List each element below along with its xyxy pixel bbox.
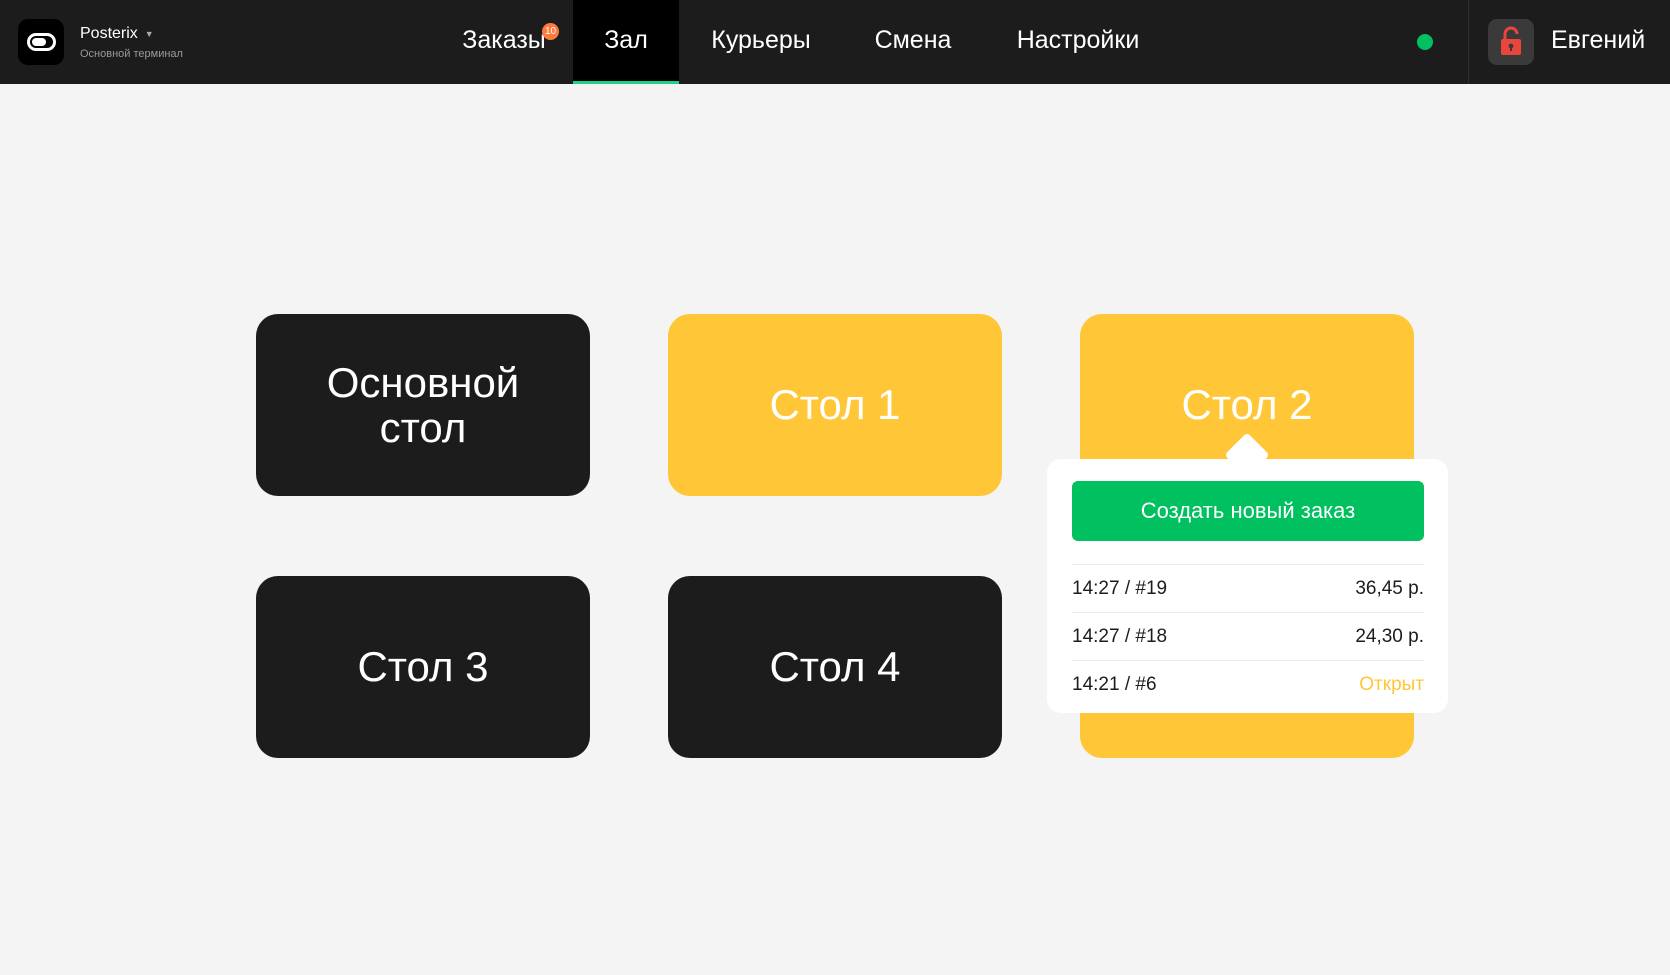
table-label: Стол 2 [1181,381,1313,429]
brand-switcher[interactable]: Posterix ▼ Основной терминал [18,19,183,65]
top-bar: Posterix ▼ Основной терминал Заказы 10 З… [0,0,1670,84]
table-main[interactable]: Основной стол [256,314,590,496]
orders-count-badge: 10 [542,23,559,40]
create-order-button[interactable]: Создать новый заказ [1072,481,1424,541]
order-time-id: 14:27 / #19 [1072,577,1168,599]
brand-name-row: Posterix ▼ [80,25,183,43]
posterix-logo-icon [18,19,64,65]
app-name: Posterix [80,24,138,42]
table-orders-popover: Создать новый заказ 14:27 / #19 36,45 р.… [1047,459,1448,713]
nav-tab-shift[interactable]: Смена [862,0,964,84]
user-name[interactable]: Евгений [1551,26,1645,55]
nav-tab-orders-label: Заказы [462,26,546,54]
nav-tab-hall-label: Зал [604,26,648,54]
order-amount: 36,45 р. [1355,577,1424,599]
table-label: Основной стол [326,358,520,451]
chevron-down-icon: ▼ [144,28,154,39]
order-status: Открыт [1359,673,1424,695]
order-amount: 24,30 р. [1355,625,1424,647]
order-time-id: 14:27 / #18 [1072,625,1168,647]
table-1[interactable]: Стол 1 [668,314,1002,496]
order-row[interactable]: 14:27 / #19 36,45 р. [1072,564,1424,612]
table-label: Стол 4 [769,643,901,691]
table-label: Стол 3 [357,643,489,691]
order-row[interactable]: 14:21 / #6 Открыт [1072,660,1424,708]
order-row[interactable]: 14:27 / #18 24,30 р. [1072,612,1424,660]
table-4[interactable]: Стол 4 [668,576,1002,758]
nav-tab-settings-label: Настройки [1016,26,1140,54]
nav-tab-couriers[interactable]: Курьеры [700,0,822,84]
terminal-name: Основной терминал [80,47,183,60]
table-label: Стол 1 [769,381,901,429]
nav-tab-orders[interactable]: Заказы 10 [446,0,562,84]
nav-tab-couriers-label: Курьеры [711,26,811,54]
nav-tab-shift-label: Смена [874,26,952,54]
unlocked-lock-icon [1501,26,1521,55]
connection-status-dot [1417,34,1433,50]
order-time-id: 14:21 / #6 [1072,673,1157,695]
nav-tab-settings[interactable]: Настройки [1004,0,1152,84]
lock-button[interactable] [1488,19,1534,65]
table-3[interactable]: Стол 3 [256,576,590,758]
divider [1468,0,1469,84]
nav-tab-hall[interactable]: Зал [573,0,679,84]
